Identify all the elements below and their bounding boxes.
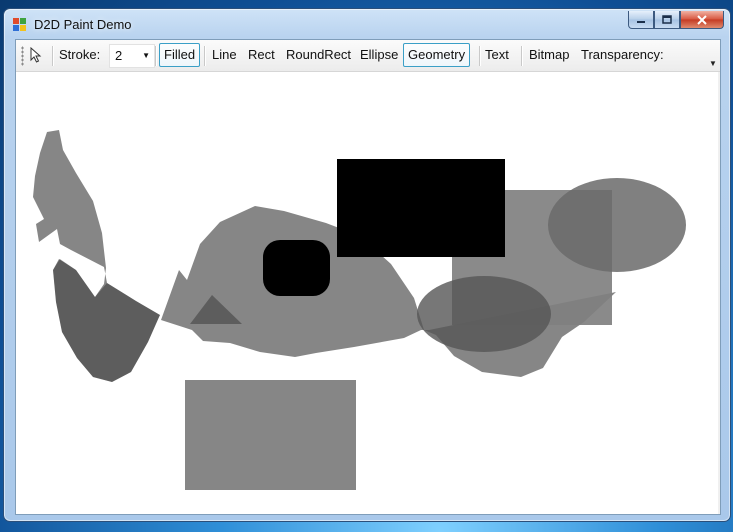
minimize-icon bbox=[637, 20, 645, 23]
rect-tool-button[interactable]: Rect bbox=[248, 44, 275, 66]
filled-button[interactable]: Filled bbox=[159, 43, 201, 67]
close-button[interactable] bbox=[680, 11, 724, 29]
shapes bbox=[33, 130, 686, 490]
geometry-tool-button[interactable]: Geometry bbox=[403, 43, 471, 67]
maximize-button[interactable] bbox=[654, 11, 680, 29]
gray-ellipse-right bbox=[548, 178, 686, 272]
pointer-tool-button[interactable] bbox=[30, 46, 42, 69]
client-area: Stroke: 2 ▼ Filled Line Rect RoundRect E… bbox=[15, 39, 721, 515]
toolbar-separator bbox=[155, 46, 157, 66]
stroke-label: Stroke: bbox=[59, 47, 101, 62]
title-bar[interactable]: D2D Paint Demo bbox=[4, 9, 730, 39]
toolbar-separator bbox=[204, 46, 206, 66]
stroke-combobox[interactable]: 2 ▼ bbox=[109, 44, 155, 68]
stroke-value: 2 bbox=[115, 48, 123, 63]
window-title: D2D Paint Demo bbox=[34, 17, 132, 32]
freeform-overlap-left bbox=[53, 259, 160, 382]
gray-rectangle-bottom bbox=[185, 380, 356, 490]
chevron-down-icon: ▼ bbox=[142, 51, 150, 60]
bitmap-tool-button[interactable]: Bitmap bbox=[529, 44, 569, 66]
pointer-arrow-icon bbox=[30, 46, 42, 63]
toolbar-overflow-button[interactable]: ▼ bbox=[708, 58, 718, 70]
minimize-button[interactable] bbox=[628, 11, 654, 29]
toolbar-grip[interactable] bbox=[21, 46, 24, 66]
toolbar-separator bbox=[479, 46, 481, 66]
line-tool-button[interactable]: Line bbox=[212, 44, 237, 66]
transparency-label: Transparency: bbox=[581, 47, 664, 62]
toolbar-separator bbox=[52, 46, 54, 66]
ellipse-tool-button[interactable]: Ellipse bbox=[360, 44, 398, 66]
app-window: D2D Paint Demo Stroke: 2 ▼ Filled Line R… bbox=[3, 8, 731, 522]
roundrect-tool-button[interactable]: RoundRect bbox=[286, 44, 351, 66]
toolbar: Stroke: 2 ▼ Filled Line Rect RoundRect E… bbox=[16, 40, 720, 72]
toolbar-separator bbox=[521, 46, 523, 66]
close-icon bbox=[697, 14, 707, 25]
gray-ellipse-center bbox=[417, 276, 551, 352]
black-rectangle bbox=[337, 159, 505, 257]
maximize-icon bbox=[662, 15, 672, 24]
black-round-rectangle bbox=[263, 240, 330, 296]
app-icon bbox=[13, 18, 26, 31]
text-tool-button[interactable]: Text bbox=[485, 44, 509, 66]
drawing-canvas[interactable] bbox=[16, 72, 718, 513]
canvas-edge bbox=[718, 72, 720, 514]
caption-buttons bbox=[628, 11, 724, 31]
